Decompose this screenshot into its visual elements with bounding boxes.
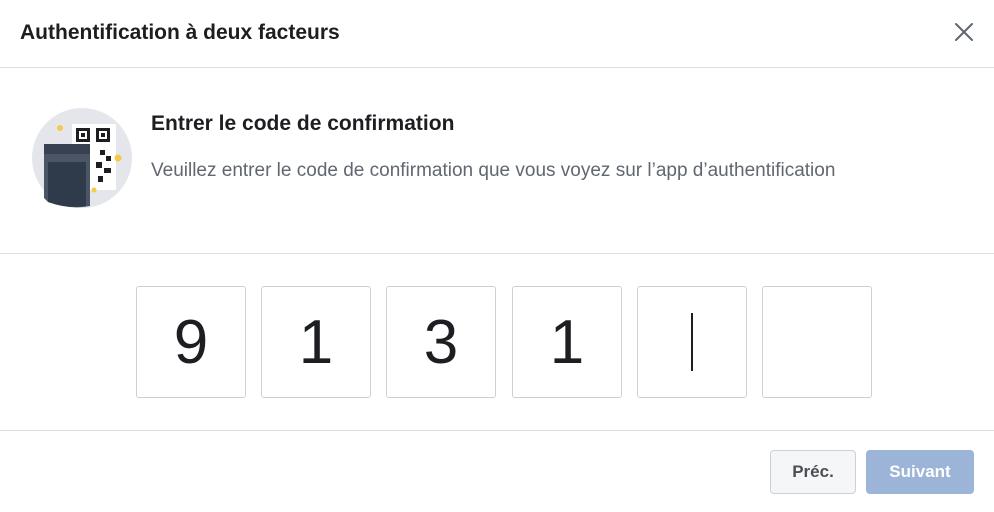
code-digit-value: 3 [423,307,459,377]
code-digit-value: 9 [173,307,209,377]
code-digit-value: 1 [549,307,585,377]
intro-description: Veuillez entrer le code de confirmation … [151,160,836,181]
code-digit-input-5[interactable] [637,286,747,398]
previous-button[interactable]: Préc. [770,450,856,494]
two-factor-dialog: Authentification à deux facteurs Entrer … [0,0,994,512]
intro-heading: Entrer le code de confirmation [151,112,455,135]
close-icon[interactable] [952,20,976,44]
next-button[interactable]: Suivant [866,450,974,494]
qr-code-phone-icon [30,106,134,210]
code-digit-input-1[interactable]: 9 [136,286,246,398]
dialog-header: Authentification à deux facteurs [0,0,994,68]
text-caret [691,313,693,371]
intro-section: Entrer le code de confirmation Veuillez … [0,68,994,254]
dialog-title: Authentification à deux facteurs [20,21,340,44]
code-digit-value: 1 [298,307,334,377]
code-digit-input-6[interactable] [762,286,872,398]
code-digit-input-4[interactable]: 1 [512,286,622,398]
code-digit-input-3[interactable]: 3 [386,286,496,398]
code-digit-input-2[interactable]: 1 [261,286,371,398]
code-input-group: 9 1 3 1 [0,254,994,431]
